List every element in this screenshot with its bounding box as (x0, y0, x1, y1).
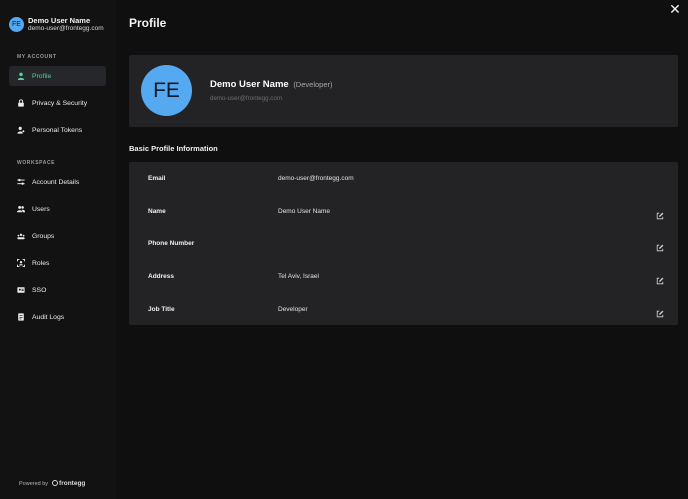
sidebar-item-privacy-security[interactable]: Privacy & Security (9, 93, 106, 113)
sidebar-item-profile[interactable]: Profile (9, 66, 106, 86)
profile-name: Demo User Name (210, 79, 289, 90)
edit-icon[interactable] (656, 239, 664, 252)
sso-icon (17, 286, 25, 294)
close-button[interactable]: ✕ (668, 2, 682, 16)
powered-by-label: Powered by (19, 480, 49, 487)
info-row-name: Name Demo User Name (129, 195, 678, 227)
sidebar-item-label: Groups (32, 232, 55, 240)
sidebar-item-account-details[interactable]: Account Details (9, 172, 106, 192)
sidebar-item-label: Account Details (32, 178, 80, 186)
sidebar-item-label: Profile (32, 72, 52, 80)
sidebar-item-audit-logs[interactable]: Audit Logs (9, 307, 106, 327)
users-icon (17, 205, 25, 213)
info-label: Name (148, 207, 166, 215)
page-title: Profile (129, 16, 167, 30)
profile-name-line: Demo User Name (Developer) (210, 79, 333, 90)
sidebar-item-label: Roles (32, 259, 50, 267)
powered-by: Powered by frontegg (19, 480, 85, 487)
sidebar-user-name: Demo User Name (28, 16, 91, 25)
sidebar-item-roles[interactable]: Roles (9, 253, 106, 273)
frontegg-logo-icon (52, 480, 59, 486)
roles-icon (17, 259, 25, 267)
info-value: Developer (278, 305, 308, 313)
section-label-my-account: MY ACCOUNT (17, 54, 57, 60)
lock-icon (17, 99, 25, 107)
sidebar: FE Demo User Name demo-user@frontegg.com… (0, 0, 116, 499)
info-label: Address (148, 272, 175, 280)
avatar: FE (9, 17, 24, 32)
info-label: Email (148, 174, 166, 182)
sidebar-item-personal-tokens[interactable]: Personal Tokens (9, 120, 106, 140)
close-icon: ✕ (669, 1, 681, 17)
edit-icon[interactable] (656, 207, 664, 220)
info-row-phone-number: Phone Number (129, 227, 678, 259)
sidebar-item-sso[interactable]: SSO (9, 280, 106, 300)
edit-icon[interactable] (656, 305, 664, 318)
sidebar-item-label: Personal Tokens (32, 126, 83, 134)
sidebar-item-label: Privacy & Security (32, 99, 88, 107)
user-header: FE Demo User Name demo-user@frontegg.com (9, 16, 104, 33)
info-row-job-title: Job Title Developer (129, 293, 678, 325)
profile-avatar: FE (141, 65, 192, 116)
info-row-address: Address Tel Aviv, Israel (129, 260, 678, 292)
groups-icon (17, 232, 25, 240)
info-row-email: Email demo-user@frontegg.com (129, 162, 678, 194)
sidebar-item-users[interactable]: Users (9, 199, 106, 219)
frontegg-logo-text: frontegg (59, 480, 86, 487)
profile-email: demo-user@frontegg.com (210, 95, 282, 102)
profile-role: (Developer) (293, 80, 333, 89)
info-value: Demo User Name (278, 207, 331, 215)
document-icon (17, 313, 25, 321)
sidebar-item-label: SSO (32, 286, 47, 294)
person-icon (17, 72, 25, 80)
info-value: Tel Aviv, Israel (278, 272, 319, 280)
user-key-icon (17, 126, 25, 134)
sidebar-item-groups[interactable]: Groups (9, 226, 106, 246)
profile-card: FE Demo User Name (Developer) demo-user@… (129, 55, 678, 127)
sliders-icon (17, 178, 25, 186)
sidebar-user-email: demo-user@frontegg.com (28, 25, 104, 32)
edit-icon[interactable] (656, 272, 664, 285)
section-label-workspace: WORKSPACE (17, 160, 56, 166)
sidebar-item-label: Audit Logs (32, 313, 65, 321)
info-label: Job Title (148, 305, 175, 313)
info-value: demo-user@frontegg.com (278, 174, 354, 182)
profile-info-table: Email demo-user@frontegg.com Name Demo U… (129, 162, 678, 325)
info-label: Phone Number (148, 239, 195, 247)
frontegg-logo: frontegg (52, 480, 85, 487)
sidebar-item-label: Users (32, 205, 50, 213)
section-title-basic-info: Basic Profile Information (129, 144, 218, 153)
